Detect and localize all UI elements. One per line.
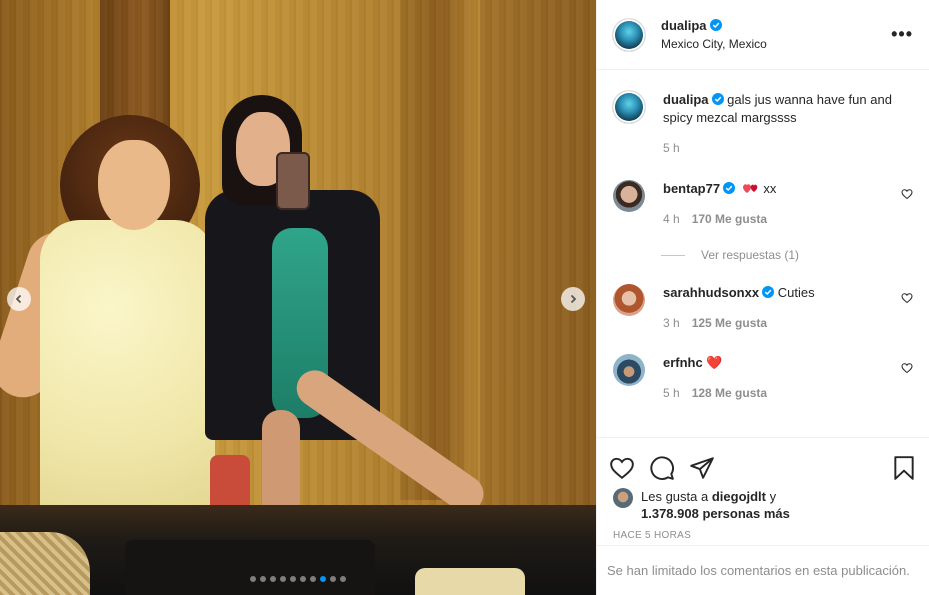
likes-count[interactable]: 1.378.908 personas más (641, 506, 790, 521)
post-location[interactable]: Mexico City, Mexico (661, 37, 891, 51)
carousel-dot (270, 576, 276, 582)
caption-username[interactable]: dualipa (663, 92, 709, 107)
comment-time[interactable]: 3 h (663, 314, 680, 332)
liked-by: Les gusta a diegojdlt y 1.378.908 person… (597, 488, 929, 522)
view-replies-button[interactable]: Ver respuestas (1) (661, 248, 799, 262)
heart-icon[interactable] (901, 188, 913, 200)
liked-by-user[interactable]: diegojdlt (712, 489, 766, 504)
verified-badge-icon (723, 182, 736, 194)
two-hearts-icon (742, 184, 758, 193)
more-options-icon[interactable]: ••• (891, 24, 913, 45)
share-icon[interactable] (689, 455, 715, 481)
comment-time[interactable]: 5 h (663, 384, 680, 402)
post-timestamp[interactable]: HACE 5 HORAS (597, 530, 929, 541)
post-modal: dualipa Mexico City, Mexico ••• dualipa … (0, 0, 929, 595)
heart-icon[interactable] (901, 362, 913, 374)
heart-icon[interactable] (609, 455, 635, 481)
avatar[interactable] (613, 354, 645, 386)
chevron-left-icon (15, 294, 22, 304)
chevron-right-icon (570, 294, 577, 304)
verified-badge-icon (711, 93, 724, 105)
comment-username[interactable]: sarahhudsonxx (663, 285, 759, 300)
comments-list: dualipa gals jus wanna have fun and spic… (597, 71, 929, 437)
comment-username[interactable]: bentap77 (663, 181, 720, 196)
heart-icon[interactable] (901, 292, 913, 304)
bookmark-icon[interactable] (891, 455, 917, 481)
comments-limited-notice: Se han limitado los comentarios en esta … (597, 545, 929, 595)
carousel-dot (250, 576, 256, 582)
list-item: erfnhc ❤️ 5 h 128 Me gusta (613, 354, 913, 402)
carousel-prev-button[interactable] (7, 287, 31, 311)
carousel-dot (260, 576, 266, 582)
comment-icon[interactable] (649, 455, 675, 481)
verified-badge-icon (709, 19, 722, 31)
carousel-dot (310, 576, 316, 582)
post-sidebar: dualipa Mexico City, Mexico ••• dualipa … (596, 0, 929, 595)
avatar[interactable] (613, 180, 645, 212)
post-actions: Les gusta a diegojdlt y 1.378.908 person… (597, 437, 929, 541)
comment-likes[interactable]: 128 Me gusta (692, 384, 767, 402)
carousel-dot (290, 576, 296, 582)
carousel-dots (0, 576, 596, 582)
verified-badge-icon (762, 286, 775, 298)
list-item: bentap77 xx 4 h 170 Me gusta (613, 180, 913, 228)
carousel-dot (300, 576, 306, 582)
carousel-dot (280, 576, 286, 582)
comment-likes[interactable]: 170 Me gusta (692, 210, 767, 228)
avatar[interactable] (613, 284, 645, 316)
caption: dualipa gals jus wanna have fun and spic… (613, 91, 913, 157)
comment-time[interactable]: 4 h (663, 210, 680, 228)
post-photo[interactable] (0, 0, 596, 595)
carousel-dot (340, 576, 346, 582)
avatar[interactable] (613, 18, 645, 51)
avatar[interactable] (613, 91, 645, 123)
comment-likes[interactable]: 125 Me gusta (692, 314, 767, 332)
carousel-dot (320, 576, 326, 582)
list-item: sarahhudsonxx Cuties 3 h 125 Me gusta (613, 284, 913, 332)
carousel-next-button[interactable] (561, 287, 585, 311)
comment-text: Cuties (777, 285, 815, 300)
post-author-username[interactable]: dualipa (661, 18, 707, 33)
comment-text: ❤️ (706, 355, 723, 370)
avatar[interactable] (613, 488, 633, 508)
comment-text: xx (763, 181, 777, 196)
post-header: dualipa Mexico City, Mexico ••• (597, 0, 929, 70)
comment-username[interactable]: erfnhc (663, 355, 703, 370)
caption-time[interactable]: 5 h (663, 139, 680, 157)
carousel-dot (330, 576, 336, 582)
